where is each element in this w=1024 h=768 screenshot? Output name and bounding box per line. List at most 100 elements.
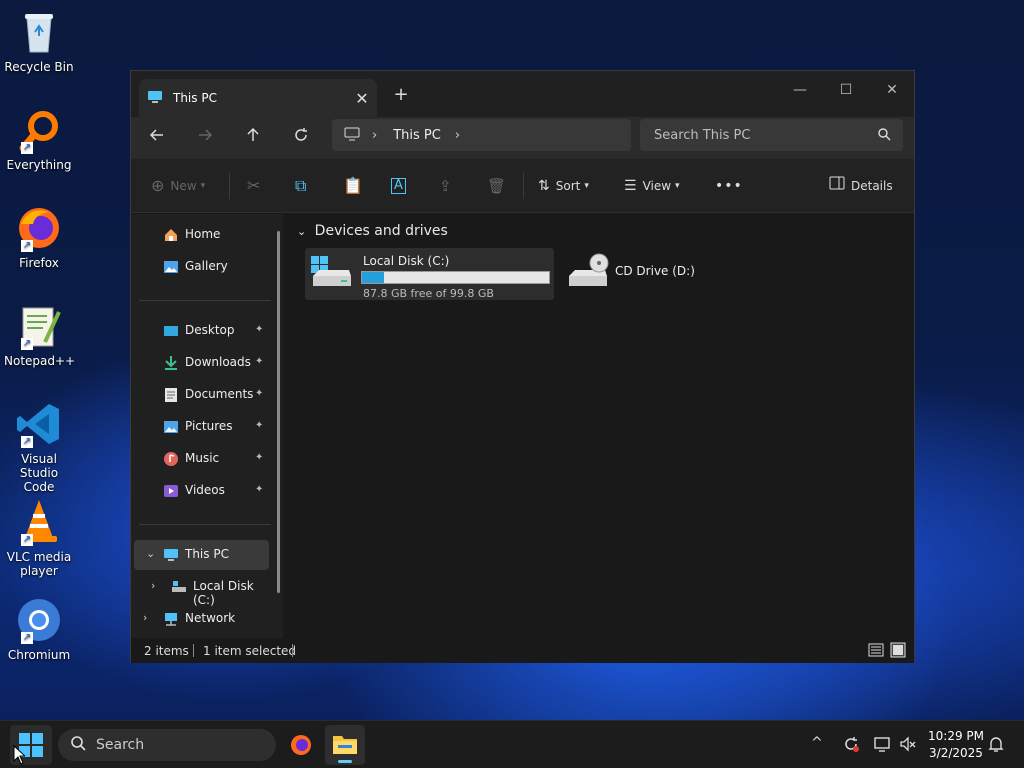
chevron-right-icon[interactable]: › (143, 611, 147, 624)
shortcut-arrow-icon: ↗ (21, 632, 33, 644)
cut-button[interactable]: ✂ (247, 171, 260, 201)
sidebar-item-documents[interactable]: Documents ✦ (131, 380, 271, 410)
tiles-view-toggle[interactable] (890, 642, 906, 661)
chevron-down-icon[interactable]: ⌄ (146, 547, 155, 560)
search-box[interactable]: Search This PC (640, 119, 903, 151)
desktop-icon-chromium[interactable]: ↗ Chromium (4, 596, 74, 662)
tab-this-pc[interactable]: This PC ✕ (139, 79, 377, 117)
desktop-icon-notepadpp[interactable]: ↗ Notepad++ (4, 302, 75, 368)
firefox-icon: ↗ (15, 204, 63, 252)
search-icon (70, 735, 86, 755)
sidebar-scrollbar[interactable] (277, 231, 280, 593)
breadcrumb-chevron[interactable]: › (372, 128, 377, 143)
share-icon: ⇪ (439, 177, 452, 195)
new-button[interactable]: ⊕ New ▾ (151, 171, 205, 201)
drive-local-disk-c[interactable]: Local Disk (C:) 87.8 GB free of 99.8 GB (305, 248, 554, 300)
forward-button[interactable] (189, 123, 221, 153)
up-button[interactable] (237, 123, 269, 153)
new-tab-button[interactable]: + (389, 83, 413, 107)
details-view-toggle[interactable] (868, 643, 884, 660)
breadcrumb-chevron[interactable]: › (455, 128, 460, 143)
minimize-button[interactable]: — (777, 75, 823, 105)
desktop-icon-everything[interactable]: ↗ Everything (4, 106, 74, 172)
active-indicator (338, 760, 352, 763)
close-button[interactable]: ✕ (869, 75, 915, 105)
sidebar-item-downloads[interactable]: Downloads ✦ (131, 348, 271, 378)
sidebar-item-pictures[interactable]: Pictures ✦ (131, 412, 271, 442)
desktop-icon-vlc[interactable]: ↗ VLC media player (4, 498, 74, 578)
maximize-button[interactable]: ☐ (823, 75, 869, 105)
desktop-icon-label: Everything (6, 158, 72, 172)
view-button[interactable]: ☰ View ▾ (624, 171, 680, 201)
desktop-icon-recycle-bin[interactable]: Recycle Bin (4, 8, 74, 74)
breadcrumb-this-pc[interactable]: This PC (393, 128, 441, 143)
chevron-down-icon: ▾ (200, 181, 206, 191)
sidebar-item-music[interactable]: Music ✦ (131, 444, 271, 474)
sort-label: Sort (555, 179, 581, 193)
new-label: New (170, 179, 197, 193)
clock-time: 10:29 PM (928, 729, 984, 743)
desktop-icon-firefox[interactable]: ↗ Firefox (4, 204, 74, 270)
view-label: View (642, 179, 672, 193)
search-placeholder: Search This PC (654, 127, 751, 143)
sidebar-item-home[interactable]: Home (131, 220, 271, 250)
divider (193, 644, 194, 657)
clipboard-icon: 📋 (343, 176, 363, 195)
divider (523, 173, 524, 199)
system-clock[interactable]: 10:29 PM 3/2/2025 (920, 728, 992, 762)
pin-icon: ✦ (255, 388, 264, 399)
sidebar-item-videos[interactable]: Videos ✦ (131, 476, 271, 506)
sort-button[interactable]: ⇅ Sort ▾ (538, 171, 589, 201)
share-button[interactable]: ⇪ (439, 171, 452, 201)
taskbar-search-box[interactable]: Search (58, 729, 276, 761)
scissors-icon: ✂ (247, 176, 261, 195)
more-dots-icon: ••• (715, 178, 743, 194)
sort-icon: ⇅ (538, 178, 550, 194)
command-bar: ⊕ New ▾ ✂ ⧉ 📋 A ⇪ 🗑 ⇅ Sort ▾ ☰ View ▾ ••… (131, 159, 914, 213)
navigation-bar: › This PC › Search This PC (131, 117, 914, 159)
copy-icon: ⧉ (295, 176, 307, 195)
file-explorer-window: This PC ✕ + — ☐ ✕ › This PC › Search Thi… (130, 70, 915, 663)
desktop-icon-label: VLC media player (6, 550, 72, 578)
paste-button[interactable]: 📋 (343, 171, 363, 201)
copy-button[interactable]: ⧉ (295, 171, 306, 201)
desktop-icon-vscode[interactable]: ↗ Visual Studio Code (4, 400, 74, 494)
desktop-folder-icon (163, 323, 179, 339)
sidebar-item-label: Documents (185, 387, 254, 401)
title-bar[interactable]: This PC ✕ + — ☐ ✕ (131, 71, 914, 117)
show-hidden-icons-button[interactable]: ^ (811, 735, 823, 751)
more-options-button[interactable]: ••• (715, 171, 743, 201)
details-pane-icon (829, 171, 845, 201)
navigation-pane: Home Gallery Desktop ✦ Downloads ✦ Docum… (131, 214, 283, 638)
details-pane-button[interactable]: Details (829, 171, 893, 201)
sidebar-item-desktop[interactable]: Desktop ✦ (131, 316, 271, 346)
sidebar-item-label: This PC (185, 547, 229, 561)
chevron-right-icon[interactable]: › (151, 579, 155, 592)
delete-button[interactable]: 🗑 (487, 171, 506, 201)
drive-name: CD Drive (D:) (615, 264, 695, 278)
devices-and-drives-header[interactable]: ⌄ Devices and drives (297, 223, 448, 239)
sidebar-item-network[interactable]: › Network (131, 604, 271, 634)
status-bar: 2 items 1 item selected (131, 638, 914, 663)
notification-bell-icon[interactable] (988, 735, 1004, 757)
refresh-button[interactable] (285, 123, 317, 153)
sidebar-item-label: Network (185, 611, 236, 625)
sidebar-item-local-disk[interactable]: › Local Disk (C:) (131, 572, 277, 607)
taskbar-firefox[interactable] (281, 725, 321, 765)
volume-muted-icon[interactable] (899, 735, 917, 757)
drive-cd-d[interactable]: CD Drive (D:) (561, 248, 701, 300)
hard-drive-icon (309, 252, 355, 295)
tab-close-button[interactable]: ✕ (347, 89, 377, 108)
monitor-icon (344, 126, 360, 145)
back-button[interactable] (141, 123, 173, 153)
sidebar-item-gallery[interactable]: Gallery (131, 252, 271, 282)
divider (229, 173, 230, 199)
network-icon (163, 611, 179, 627)
address-bar[interactable]: › This PC › (332, 119, 631, 151)
taskbar-file-explorer[interactable] (325, 725, 365, 765)
sidebar-item-this-pc[interactable]: ⌄ This PC (134, 540, 269, 570)
network-status-icon[interactable] (873, 735, 891, 757)
rename-button[interactable]: A (391, 171, 406, 201)
sync-icon[interactable] (842, 735, 860, 757)
download-icon (163, 355, 179, 371)
